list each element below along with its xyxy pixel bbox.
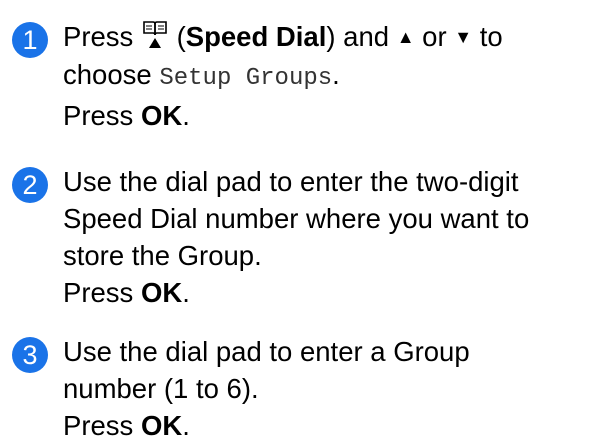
step-1-line-3: Press OK. [63, 97, 593, 134]
to-text: to [472, 21, 503, 52]
and-text: ) and [326, 21, 397, 52]
step-1-text: Press (Speed Dial) and ▲ or ▼ to choose … [63, 18, 593, 134]
period-text: . [332, 59, 340, 90]
step-number-badge: 1 [12, 22, 48, 58]
or-text: or [414, 21, 455, 52]
press-text: Press [63, 277, 141, 308]
paren-open-text: ( [168, 21, 186, 52]
step-3-text: Use the dial pad to enter a Group number… [63, 333, 593, 444]
press-text: Press [63, 21, 141, 52]
step-1-line-1: Press (Speed Dial) and ▲ or ▼ to [63, 18, 593, 56]
step-1-line-2: choose Setup Groups. [63, 56, 593, 97]
ok-key-label: OK [140, 410, 183, 441]
down-arrow-icon: ▼ [454, 27, 473, 47]
step-3-line-1: Use the dial pad to enter a Group [63, 336, 470, 367]
period-text: . [182, 277, 190, 308]
step-2-press-line: Press OK. [63, 274, 593, 311]
step-2-line-3: store the Group. [63, 240, 262, 271]
step-2-line-2: Speed Dial number where you want to [63, 203, 530, 234]
step-2-text: Use the dial pad to enter the two-digit … [63, 163, 593, 311]
step-number-badge: 3 [12, 337, 48, 373]
step-3-press-line: Press OK. [63, 407, 593, 444]
lcd-option-setup-groups: Setup Groups [159, 65, 333, 92]
step-2-line-1: Use the dial pad to enter the two-digit [63, 166, 519, 197]
ok-key-label: OK [140, 100, 183, 131]
period-text: . [182, 100, 190, 131]
speed-dial-book-icon [142, 20, 168, 50]
up-arrow-icon: ▲ [396, 27, 415, 47]
speed-dial-key-label: Speed Dial [185, 21, 327, 52]
press-text: Press [63, 100, 141, 131]
choose-text: choose [63, 59, 160, 90]
ok-key-label: OK [140, 277, 183, 308]
step-3-line-2: number (1 to 6). [63, 373, 259, 404]
step-number-badge: 2 [12, 167, 48, 203]
press-text: Press [63, 410, 141, 441]
period-text: . [182, 410, 190, 441]
